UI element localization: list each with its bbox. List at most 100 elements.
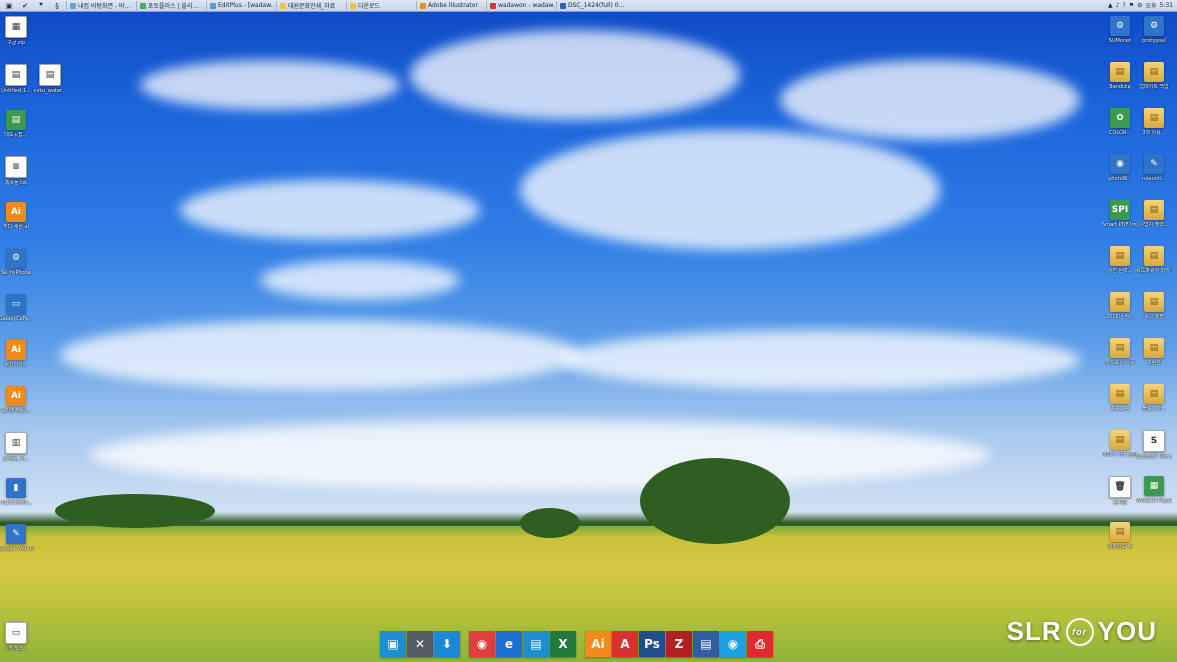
desktop-icon[interactable]: Ai 부디 새론.ai — [0, 202, 34, 230]
desktop-icon[interactable]: ▤ 네이버 서버 일반설 — [1102, 430, 1138, 458]
file-icon: ▤ — [39, 64, 61, 86]
download-icon[interactable]: ⬇ — [434, 631, 460, 657]
file-icon: ▥ — [5, 432, 27, 454]
messenger-icon[interactable]: ◉ — [720, 631, 746, 657]
desktop-icon[interactable]: ◉ photoW... — [1102, 154, 1138, 182]
app-dock: ▣ ✕ ⬇ ◉ e ▤ X Ai A Ps Z ▤ ◉ ⎙ — [380, 631, 773, 660]
tools-icon[interactable]: ✕ — [407, 631, 433, 657]
desktop-icon[interactable]: ▤ 대도곳잡... — [0, 110, 34, 138]
desktop-icon-label: 그림한 — [1147, 360, 1161, 366]
desktop-icon-label: Sa_nsPhobe — [0, 270, 31, 276]
desktop-icon[interactable]: SPI Smart PDF Imposition — [1102, 200, 1138, 228]
desktop-icon-label: 꽃산이상... — [4, 362, 28, 368]
desktop-icon-label: 모인렇게_운... — [0, 408, 32, 414]
taskbar-button[interactable]: 대원문화인쇄_자료 — [276, 1, 344, 10]
taskbar-button[interactable]: 내컴 바탕화면 - 바... — [66, 1, 134, 10]
desktop-icon[interactable]: ▤ 블로그하... — [1136, 384, 1172, 412]
quick-launch-icon[interactable]: ▣ — [2, 1, 16, 10]
tray-icon[interactable]: ⚙ — [1137, 2, 1142, 9]
taskbar-button[interactable]: 포토플러스 | 올리... — [136, 1, 204, 10]
desktop-icon[interactable]: ▤ 워드파워셀 파일 보관 — [1136, 246, 1172, 274]
word-doc-icon[interactable]: ▤ — [693, 631, 719, 657]
desktop-icon[interactable]: ▤ cvku_water... — [32, 64, 68, 94]
desktop-icon[interactable]: ▤ 그림한 — [1136, 338, 1172, 366]
quick-launch-icon[interactable]: ✔ — [18, 1, 32, 10]
tree — [520, 508, 580, 538]
desktop-icon[interactable]: ✎ Google Web Designer — [0, 524, 34, 552]
tree — [640, 458, 790, 544]
desktop-icon-label: 구글.zip — [7, 40, 25, 46]
tray-icon[interactable]: ? — [1123, 2, 1126, 9]
tray-icon[interactable]: ♪ — [1116, 2, 1120, 9]
desktop-icon-label: Hubertmilk... — [0, 500, 33, 506]
photoshop-icon[interactable]: Ps — [639, 631, 665, 657]
desktop-icon-label: 광고 행별 — [1144, 314, 1164, 320]
desktop-icon[interactable]: ▭ 사진게크... — [0, 622, 34, 652]
taskbar-button[interactable]: wadawon - wadaw... — [486, 1, 554, 10]
desktop-icon[interactable]: Ai 모인렇게_운... — [0, 386, 34, 414]
illustrator-file-icon: Ai — [6, 340, 26, 360]
desktop-icon[interactable]: ▤ 광고 행별 — [1136, 292, 1172, 320]
desktop-icon-label: GalaxyCaFe... — [0, 316, 34, 322]
clock[interactable]: 5:31 — [1160, 2, 1173, 9]
desktop-icon-label: 업데이트 백업 — [1139, 84, 1169, 90]
notes-icon[interactable]: ▤ — [523, 631, 549, 657]
desktop-icon[interactable]: ▤ 사진 원력... — [1102, 246, 1138, 274]
desktop-icon[interactable]: ▤ Untitled-1... — [0, 64, 34, 94]
taskbar-button[interactable]: Adobe Illustrator — [416, 1, 484, 10]
folder-icon: ▤ — [1110, 246, 1130, 266]
desktop-icon[interactable]: ▦ 구글.zip — [0, 16, 34, 46]
desktop-icon[interactable]: ✎ ruleunit... — [1136, 154, 1172, 182]
desktop-icon[interactable]: ▦ VMware Player — [1136, 476, 1172, 504]
desktop-icon[interactable]: ✿ COLOR... — [1102, 108, 1138, 136]
app-icon — [210, 2, 216, 9]
filezilla-icon[interactable]: Z — [666, 631, 692, 657]
taskbar-button[interactable]: EditPlus - [wadaw... — [206, 1, 274, 10]
explorer-icon[interactable]: ▣ — [380, 631, 406, 657]
desktop-icon[interactable]: ▤ 프로그램 — [1102, 384, 1138, 412]
folder-icon: ▤ — [1110, 522, 1130, 542]
chrome-icon[interactable]: ◉ — [469, 631, 495, 657]
taskbar-button[interactable]: DSC_1424(full) 0... — [556, 1, 624, 10]
desktop-icon[interactable]: ▥ pck숨_사... — [0, 432, 34, 462]
file-icon: SPI — [1110, 200, 1130, 220]
desktop-icon[interactable]: ≡ 홈폭돌.txt — [0, 156, 34, 186]
ie-icon[interactable]: e — [496, 631, 522, 657]
app-icon — [560, 2, 566, 9]
tray-icon[interactable]: ⚑ — [1129, 2, 1134, 9]
desktop-icon-label: COLOR... — [1108, 130, 1132, 136]
desktop-icon-label: 부디 새론.ai — [2, 224, 30, 230]
file-icon: ▤ — [5, 64, 27, 86]
quick-launch-icon[interactable]: ⯆ — [34, 1, 48, 10]
tray-icon[interactable]: ▲ — [1108, 2, 1113, 9]
illustrator-icon[interactable]: Ai — [585, 631, 611, 657]
desktop-icon[interactable]: ▤ 앞으로는 사용 — [1102, 338, 1138, 366]
tree — [55, 494, 215, 528]
app-icon — [490, 2, 496, 9]
acrobat-icon[interactable]: A — [612, 631, 638, 657]
file-icon: ✿ — [1110, 108, 1130, 128]
desktop-icon-label: SubBlue Text 3 — [1136, 454, 1172, 460]
desktop-icon[interactable]: ▤ 3차 이용... — [1136, 108, 1172, 136]
ime-indicator[interactable]: 오후 — [1145, 1, 1156, 10]
desktop-icon[interactable]: Ai 꽃산이상... — [0, 340, 34, 368]
taskbar-button[interactable]: 다운로드 — [346, 1, 414, 10]
excel-icon[interactable]: X — [550, 631, 576, 657]
taskbar-button-label: DSC_1424(full) 0... — [568, 2, 624, 9]
desktop-icon[interactable]: 🗑 휴지통 — [1102, 476, 1138, 506]
desktop-icon[interactable]: ▤ Bandizip — [1102, 62, 1138, 90]
quick-launch-icon[interactable]: § — [50, 1, 64, 10]
file-icon: ◉ — [1110, 154, 1130, 174]
printer-icon[interactable]: ⎙ — [747, 631, 773, 657]
desktop-icon-label: photoW... — [1108, 176, 1132, 182]
desktop-icon[interactable]: S SubBlue Text 3 — [1136, 430, 1172, 460]
desktop-icon[interactable]: ⚙ SUMonet — [1102, 16, 1138, 44]
desktop-icon[interactable]: ▤ 시업지 출력... — [1136, 200, 1172, 228]
desktop-icon[interactable]: ▤ 2015년 정... — [1102, 292, 1138, 320]
desktop-icon[interactable]: ▤ 업데이트 백업 — [1136, 62, 1172, 90]
desktop-icon[interactable]: ⚙ protypoel — [1136, 16, 1172, 44]
desktop-icon[interactable]: ⚙ Sa_nsPhobe — [0, 248, 34, 276]
desktop-icon[interactable]: ▭ GalaxyCaFe... — [0, 294, 34, 322]
desktop-icon[interactable]: ▤ 원본인보 팍 — [1102, 522, 1138, 550]
desktop-icon[interactable]: ▮ Hubertmilk... — [0, 478, 34, 506]
